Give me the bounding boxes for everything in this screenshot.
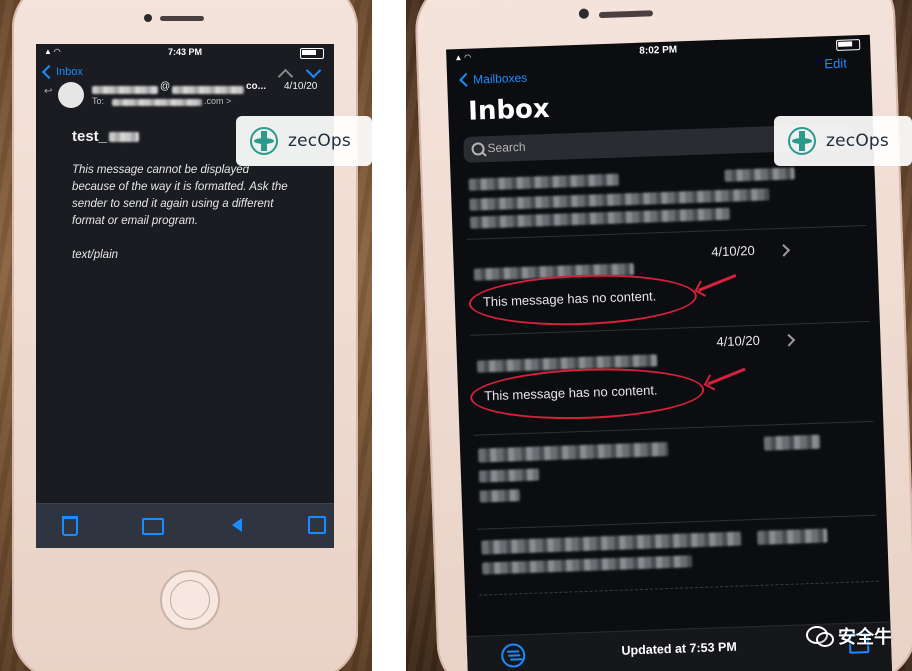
message-body: This message cannot be displayed because… bbox=[72, 162, 322, 264]
chevron-right-icon bbox=[782, 333, 796, 347]
body-line: format or email program. bbox=[72, 215, 198, 227]
battery-icon bbox=[300, 48, 324, 59]
body-line: sender to send it again using a differen… bbox=[72, 198, 274, 210]
front-camera-icon bbox=[578, 8, 590, 19]
to-label: To: bbox=[92, 96, 105, 106]
preview-redacted bbox=[479, 489, 520, 503]
status-time: 7:43 PM bbox=[167, 47, 202, 57]
sender-avatar bbox=[58, 82, 84, 108]
wechat-icon bbox=[806, 626, 834, 647]
next-message-icon[interactable] bbox=[305, 62, 322, 79]
list-item[interactable] bbox=[476, 518, 879, 596]
list-item[interactable] bbox=[464, 158, 867, 240]
subject-line: test_ bbox=[72, 128, 140, 145]
trash-icon[interactable] bbox=[62, 516, 78, 536]
sender-redacted bbox=[468, 173, 619, 191]
list-item[interactable] bbox=[473, 424, 877, 530]
back-button[interactable]: Mailboxes bbox=[459, 70, 528, 87]
sender-name-redacted bbox=[92, 86, 158, 94]
preview-redacted bbox=[469, 207, 731, 229]
reply-icon[interactable] bbox=[232, 518, 242, 532]
compose-icon[interactable] bbox=[308, 516, 326, 534]
body-line: because of the way it is formatted. Ask … bbox=[72, 181, 288, 193]
back-label: Inbox bbox=[56, 66, 83, 78]
message-toolbar bbox=[36, 503, 334, 548]
subject-redacted bbox=[109, 131, 140, 142]
right-iphone: ▲ ◠ 8:02 PM Mailboxes Edit Inbox Search bbox=[413, 0, 912, 671]
search-icon bbox=[471, 142, 485, 156]
right-photo: ▲ ◠ 8:02 PM Mailboxes Edit Inbox Search bbox=[406, 0, 912, 671]
sender-redacted bbox=[481, 531, 742, 555]
replied-icon: ↩ bbox=[44, 86, 53, 97]
left-photo: ▲ ◠ 7:43 PM Inbox ↩ @ co... 4/10/20 To: … bbox=[0, 0, 372, 671]
sender-suffix: co... bbox=[246, 81, 267, 92]
signal-icon: ▲ ◠ bbox=[454, 52, 471, 63]
subject-text: test_ bbox=[72, 128, 108, 145]
list-item[interactable]: 4/10/20 This message has no content. bbox=[469, 324, 874, 436]
message-header: ↩ @ co... 4/10/20 To: .com > bbox=[44, 81, 318, 108]
front-camera-icon bbox=[144, 14, 152, 22]
zecops-logo: zecOps bbox=[236, 116, 372, 166]
search-placeholder: Search bbox=[487, 139, 526, 156]
recipient-redacted bbox=[112, 99, 202, 106]
battery-icon bbox=[835, 39, 861, 51]
date-redacted bbox=[757, 528, 828, 545]
edit-button[interactable]: Edit bbox=[824, 56, 847, 72]
row-date: 4/10/20 bbox=[716, 332, 761, 350]
speaker-grille bbox=[160, 16, 204, 21]
message-date: 4/10/20 bbox=[284, 81, 318, 92]
folder-icon[interactable] bbox=[142, 518, 164, 535]
status-time: 8:02 PM bbox=[639, 44, 678, 57]
sender-domain-redacted bbox=[172, 86, 244, 94]
red-highlight-ellipse bbox=[469, 364, 705, 423]
chevron-right-icon bbox=[777, 243, 791, 257]
list-item[interactable]: 4/10/20 This message has no content. bbox=[466, 228, 870, 336]
zecops-logo-icon bbox=[788, 127, 816, 155]
home-button[interactable] bbox=[160, 570, 220, 630]
red-arrow-head-icon bbox=[694, 280, 711, 297]
subject-redacted bbox=[478, 468, 540, 483]
signal-icon: ▲ ◠ bbox=[44, 47, 61, 56]
status-bar: ▲ ◠ 7:43 PM bbox=[36, 44, 334, 60]
logo-text: zecOps bbox=[288, 131, 351, 151]
sender-redacted bbox=[478, 442, 669, 463]
page-title: Inbox bbox=[467, 93, 551, 127]
logo-text: zecOps bbox=[826, 131, 889, 151]
mime-type-label: text/plain bbox=[72, 249, 119, 261]
status-bar: ▲ ◠ 8:02 PM bbox=[446, 35, 870, 68]
to-suffix[interactable]: .com > bbox=[204, 96, 231, 106]
red-arrow-head-icon bbox=[703, 374, 720, 391]
back-button[interactable]: Inbox bbox=[41, 64, 83, 80]
wechat-watermark: 安全牛 bbox=[806, 623, 892, 649]
zecops-logo-icon bbox=[250, 127, 278, 155]
chevron-left-icon bbox=[41, 64, 57, 80]
preview-redacted bbox=[482, 555, 693, 575]
date-redacted bbox=[763, 434, 821, 451]
watermark-text: 安全牛 bbox=[838, 627, 892, 648]
date-redacted bbox=[724, 167, 795, 182]
back-label: Mailboxes bbox=[472, 70, 528, 87]
left-iphone: ▲ ◠ 7:43 PM Inbox ↩ @ co... 4/10/20 To: … bbox=[12, 0, 358, 671]
zecops-logo: zecOps bbox=[774, 116, 912, 166]
speaker-grille bbox=[598, 10, 654, 19]
chevron-left-icon bbox=[459, 72, 474, 87]
row-date: 4/10/20 bbox=[711, 242, 755, 260]
